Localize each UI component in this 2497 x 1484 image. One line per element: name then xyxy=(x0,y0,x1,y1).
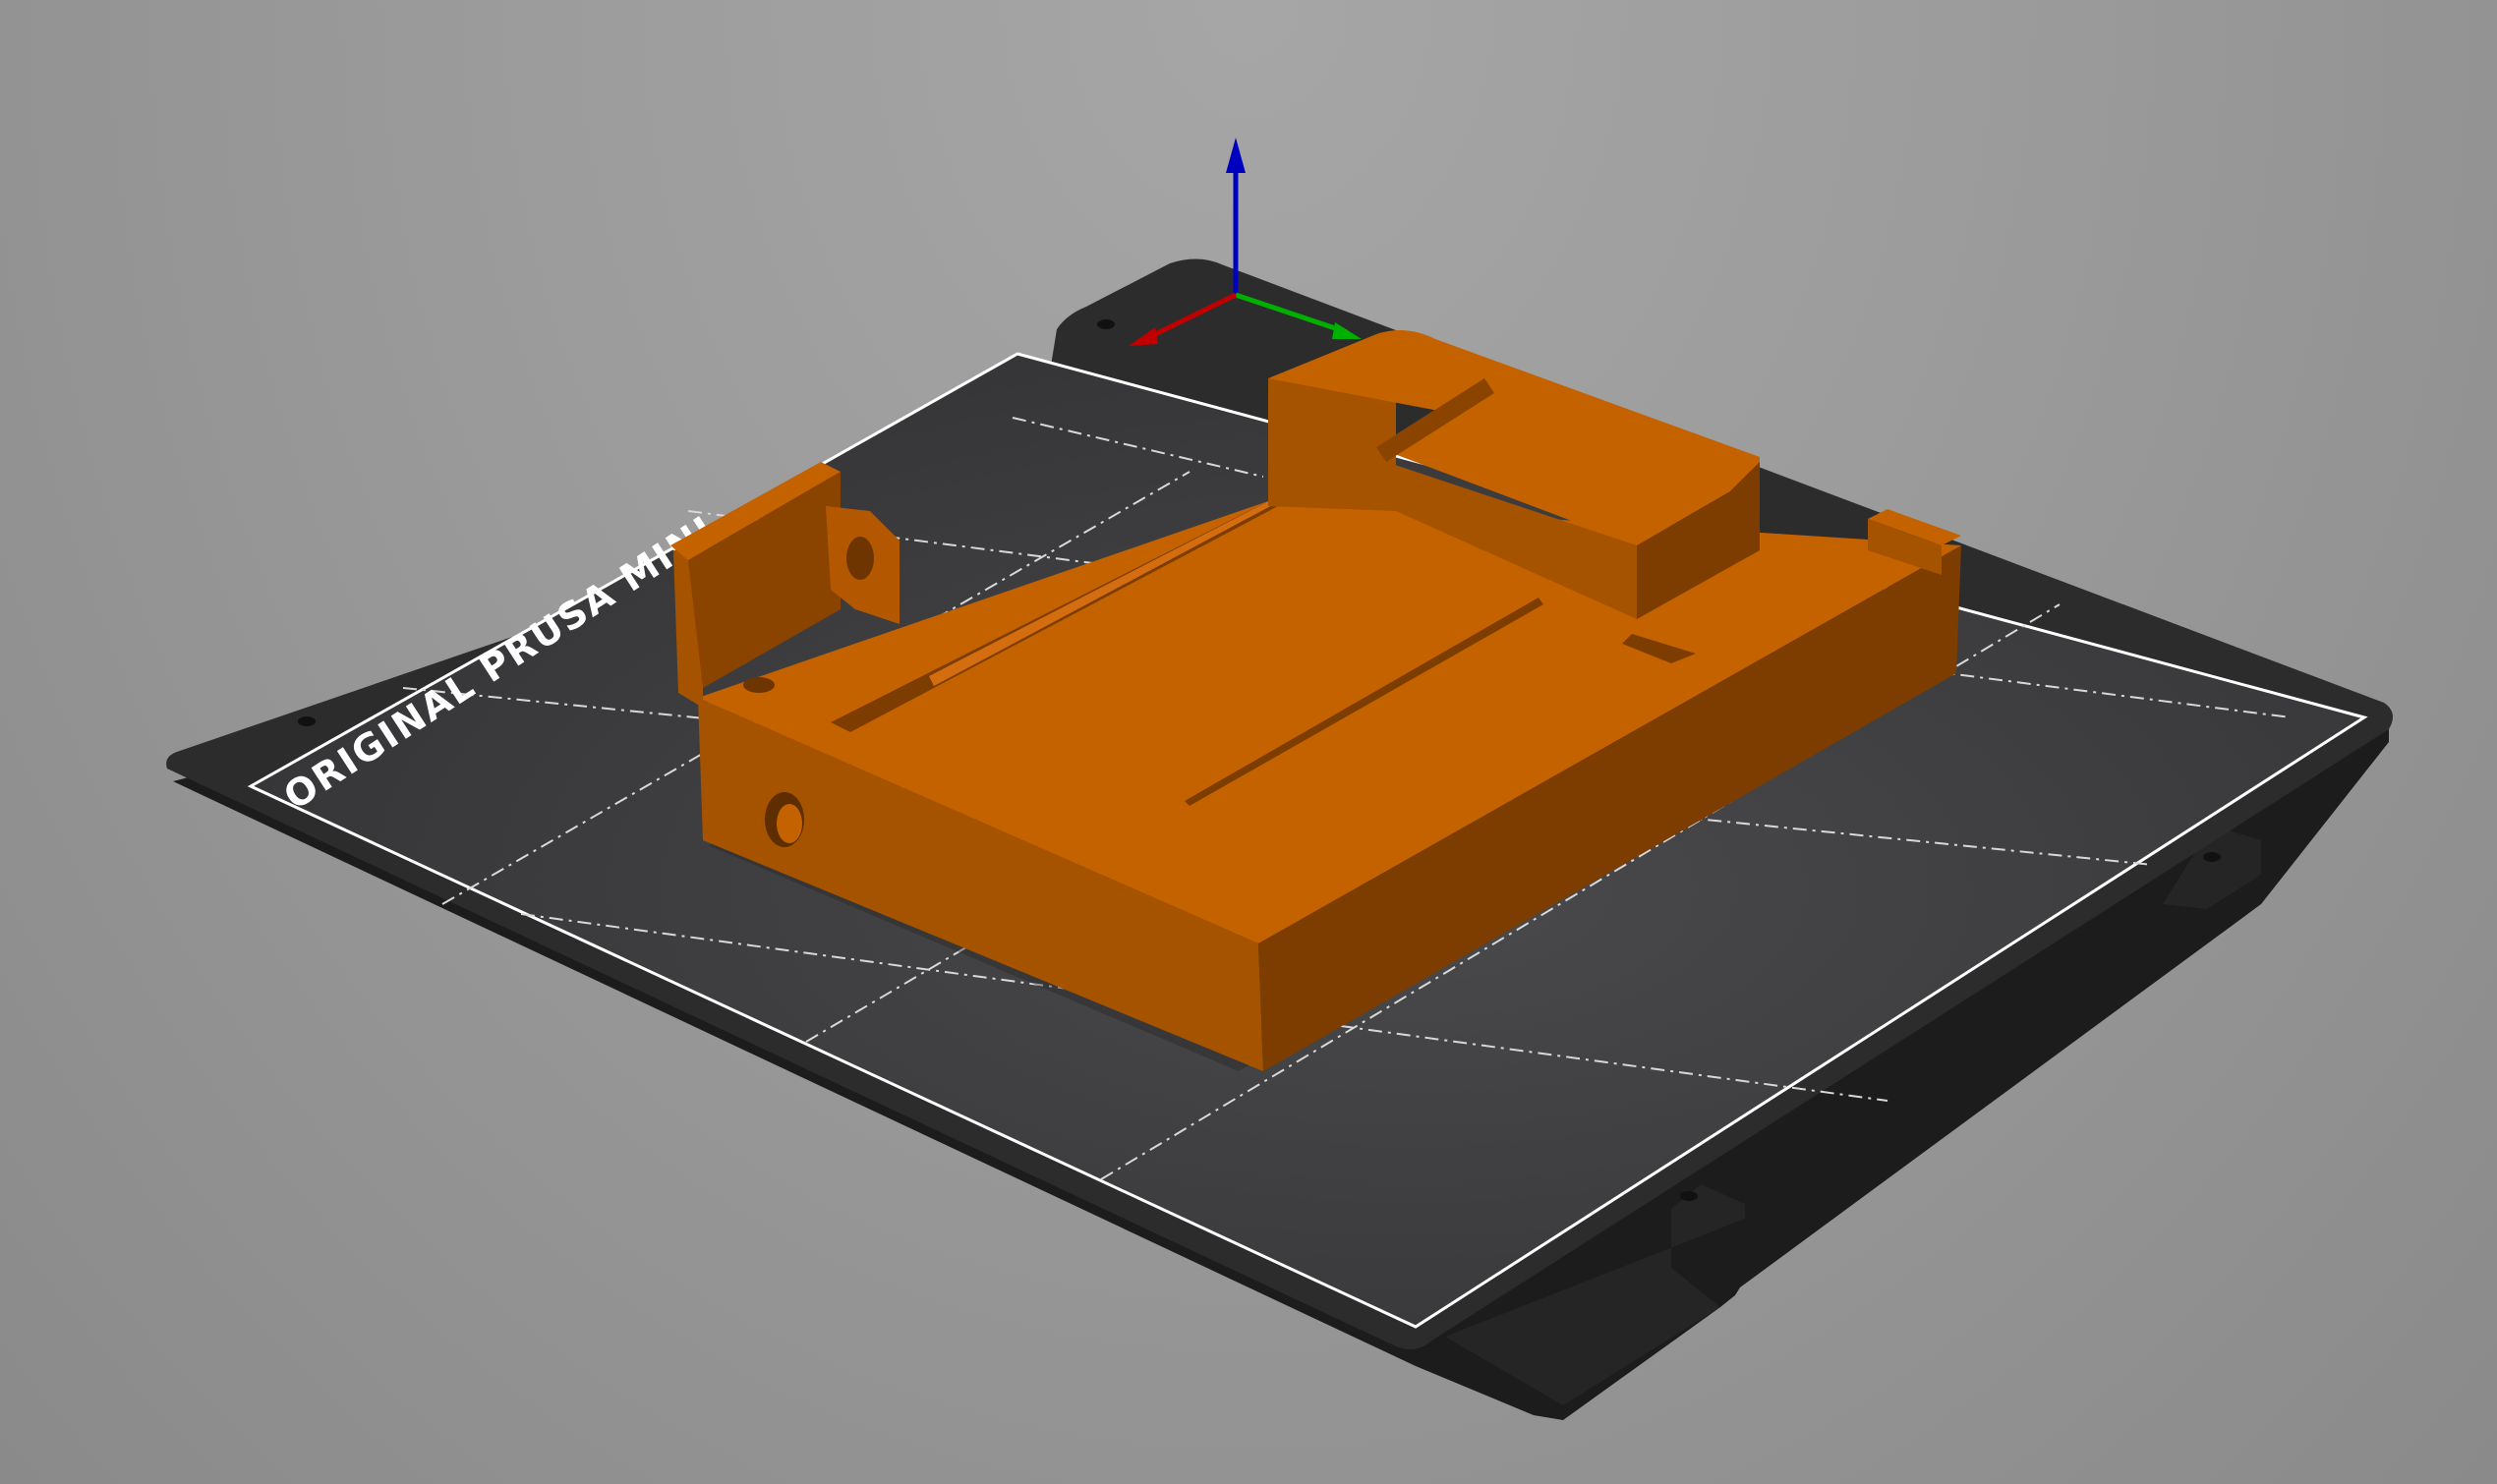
3d-viewport[interactable]: ORIGINAL PRUSA MINI xyxy=(0,0,2497,1484)
model-front-hole-inner xyxy=(777,804,802,843)
bed-mount-hole xyxy=(298,716,316,726)
bed-mount-hole xyxy=(1680,1191,1698,1201)
bed-mount-hole xyxy=(1097,319,1115,329)
arrow-z-icon xyxy=(1226,138,1246,173)
model-top-hole xyxy=(743,677,775,693)
bed-mount-hole xyxy=(2203,852,2221,862)
scene-canvas[interactable]: ORIGINAL PRUSA MINI xyxy=(0,0,2497,1484)
model-bracket-hole xyxy=(846,537,874,580)
